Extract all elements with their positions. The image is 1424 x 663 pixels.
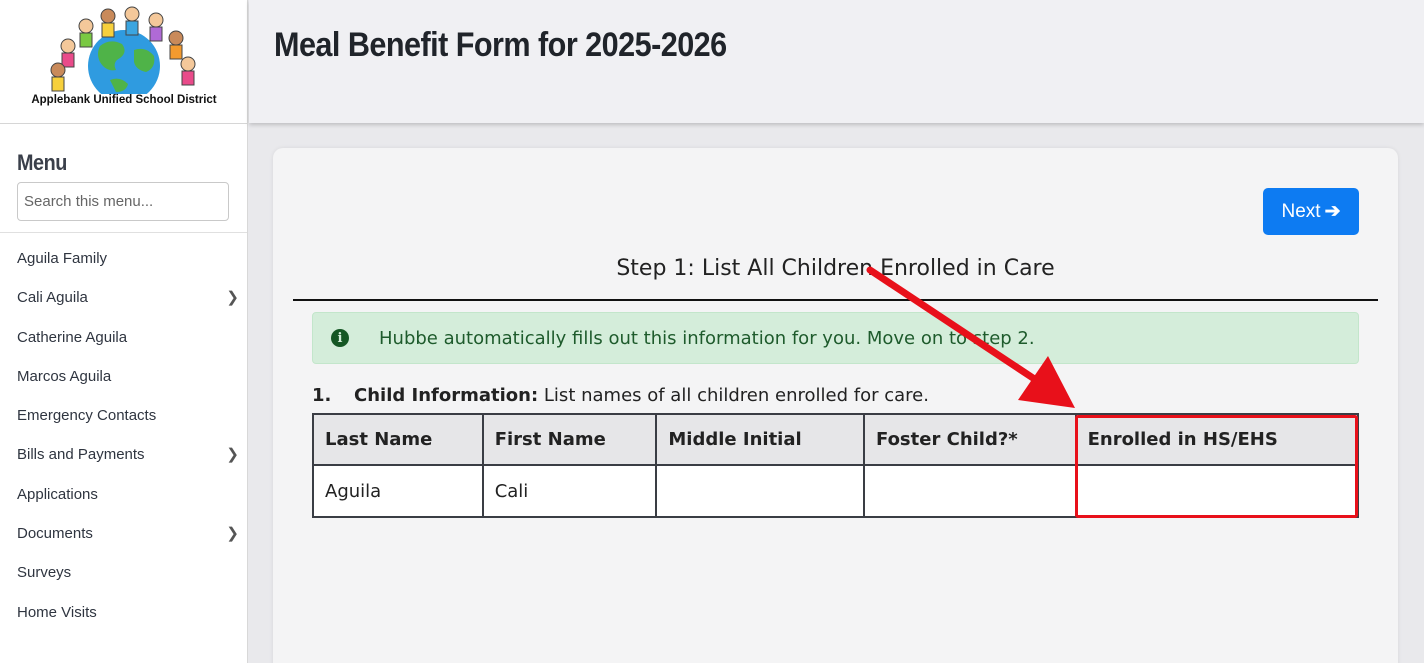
section-number: 1. <box>312 385 332 406</box>
column-header-last-name: Last Name <box>312 413 484 466</box>
sidebar-item-marcos-aguila[interactable]: Marcos Aguila <box>0 357 247 396</box>
table-row: Aguila Cali <box>312 464 1360 518</box>
column-header-first-name: First Name <box>481 413 658 466</box>
sidebar-item-label: Documents <box>17 525 93 543</box>
form-card: Next ➔ Step 1: List All Children Enrolle… <box>273 148 1398 663</box>
next-button-label: Next <box>1281 200 1321 222</box>
sidebar-item-aguila-family[interactable]: Aguila Family <box>0 239 247 278</box>
step-title: Step 1: List All Children Enrolled in Ca… <box>616 256 1055 281</box>
info-circle-icon: i <box>331 329 349 347</box>
page-header: Meal Benefit Form for 2025-2026 <box>249 0 1424 123</box>
arrow-right-icon: ➔ <box>1324 201 1341 222</box>
sidebar-item-bills-and-payments[interactable]: Bills and Payments ❯ <box>0 435 247 474</box>
sidebar-item-label: Bills and Payments <box>17 446 145 464</box>
sidebar-item-label: Emergency Contacts <box>17 407 157 425</box>
column-header-middle-initial: Middle Initial <box>655 413 865 466</box>
sidebar-item-label: Catherine Aguila <box>17 328 128 346</box>
chevron-right-icon: ❯ <box>226 446 239 464</box>
cell-middle-initial[interactable] <box>655 464 865 518</box>
page-title: Meal Benefit Form for 2025-2026 <box>274 26 727 64</box>
sidebar-item-documents[interactable]: Documents ❯ <box>0 514 247 553</box>
section-description: List names of all children enrolled for … <box>543 385 929 406</box>
table-header-row: Last Name First Name Middle Initial Fost… <box>312 413 1360 466</box>
sidebar-item-surveys[interactable]: Surveys <box>0 553 247 592</box>
info-alert: i Hubbe automatically fills out this inf… <box>312 312 1359 364</box>
sidebar-item-label: Aguila Family <box>17 250 108 267</box>
menu-search-input[interactable] <box>17 182 229 221</box>
sidebar-item-label: Home Visits <box>17 603 97 621</box>
column-header-enrolled-hs-ehs: Enrolled in HS/EHS <box>1074 413 1360 466</box>
section-label: Child Information: <box>354 385 539 406</box>
alert-text: Hubbe automatically fills out this infor… <box>379 327 1035 349</box>
chevron-right-icon: ❯ <box>226 525 239 543</box>
cell-first-name[interactable]: Cali <box>481 464 658 518</box>
chevron-right-icon: ❯ <box>226 289 239 307</box>
menu-title: Menu <box>17 150 67 175</box>
menu-header: Menu <box>0 124 247 233</box>
sidebar-item-label: Cali Aguila <box>17 289 88 307</box>
sidebar-item-label: Marcos Aguila <box>17 367 112 385</box>
divider <box>293 299 1378 301</box>
cell-last-name[interactable]: Aguila <box>312 464 484 518</box>
menu-list: Aguila Family Cali Aguila ❯ Catherine Agu… <box>0 233 247 632</box>
district-name: Applebank Unified School District <box>31 94 217 106</box>
child-info-table: Last Name First Name Middle Initial Fost… <box>312 413 1360 518</box>
sidebar: Applebank Unified School District Menu A… <box>0 0 248 663</box>
globe-children-logo-icon <box>50 6 196 94</box>
sidebar-item-cali-aguila[interactable]: Cali Aguila ❯ <box>0 278 247 317</box>
sidebar-item-catherine-aguila[interactable]: Catherine Aguila <box>0 318 247 357</box>
sidebar-item-label: Surveys <box>17 564 72 582</box>
sidebar-item-applications[interactable]: Applications <box>0 475 247 514</box>
sidebar-item-label: Applications <box>17 485 98 503</box>
section-heading: 1. Child Information: List names of all c… <box>312 385 929 406</box>
column-header-foster-child: Foster Child?* <box>863 413 1077 466</box>
district-logo[interactable]: Applebank Unified School District <box>0 0 247 124</box>
cell-enrolled-hs-ehs[interactable] <box>1074 464 1360 518</box>
sidebar-item-emergency-contacts[interactable]: Emergency Contacts <box>0 396 247 435</box>
cell-foster-child[interactable] <box>863 464 1077 518</box>
sidebar-item-home-visits[interactable]: Home Visits <box>0 593 247 632</box>
next-button[interactable]: Next ➔ <box>1263 188 1359 235</box>
